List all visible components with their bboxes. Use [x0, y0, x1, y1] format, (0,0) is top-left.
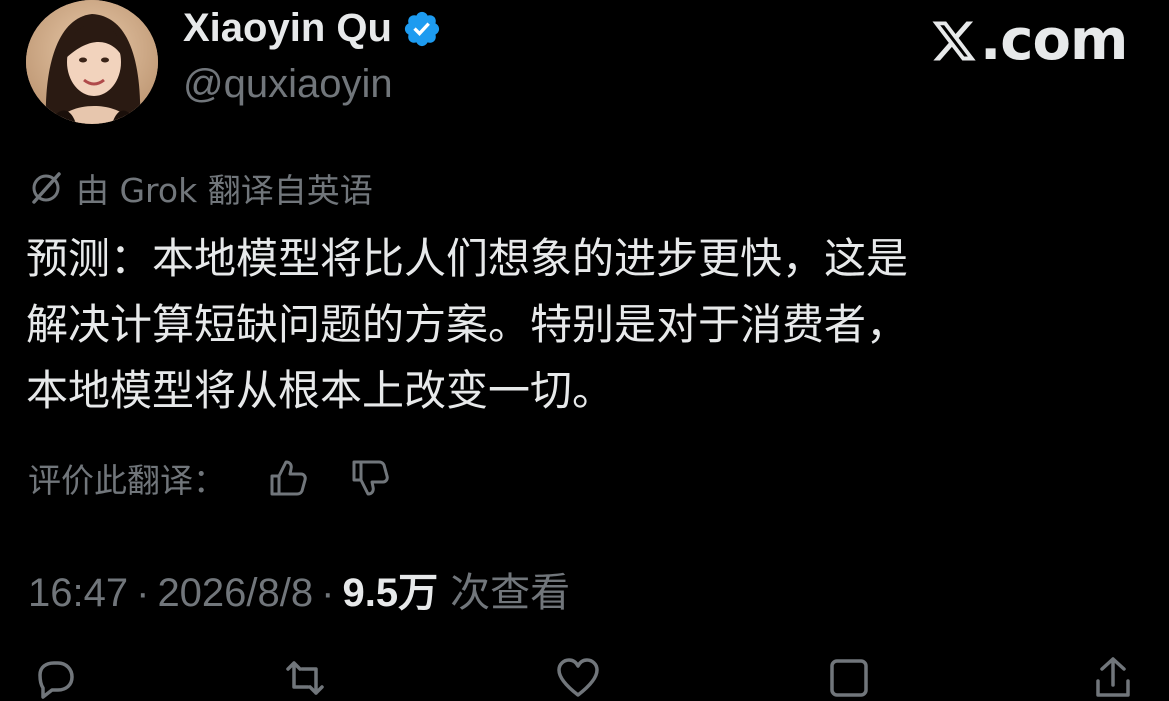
like-button[interactable] [555, 655, 601, 701]
bookmark-button[interactable] [826, 655, 872, 701]
tweet-meta: 16:47 · 2026/8/8 · 9.5万 次查看 [28, 560, 570, 618]
views-count[interactable]: 9.5万 [342, 560, 438, 618]
user-handle[interactable]: @quxiaoyin [183, 62, 393, 107]
meta-separator: · [136, 571, 150, 615]
verified-badge-icon [404, 11, 440, 46]
repost-icon [286, 661, 324, 695]
reply-icon [38, 661, 74, 699]
display-name[interactable]: Xiaoyin Qu [183, 6, 442, 51]
tweet-line: 解决计算短缺问题的方案。特别是对于消费者， [26, 300, 909, 349]
share-button[interactable] [1090, 655, 1136, 701]
display-name-text: Xiaoyin Qu [183, 6, 392, 50]
tweet-text: 预测：本地模型将比人们想象的进步更快，这是 解决计算短缺问题的方案。特别是对于消… [26, 226, 1146, 424]
views-label: 次查看 [450, 571, 571, 615]
meta-separator: · [321, 571, 335, 615]
rate-translation-label: 评价此翻译： [28, 461, 226, 500]
logo-text: .com [980, 8, 1128, 73]
like-icon [557, 658, 599, 697]
grok-icon [32, 172, 61, 204]
thumbs-down-icon[interactable] [348, 456, 392, 500]
repost-button[interactable] [282, 655, 328, 701]
rate-translation: 评价此翻译： [28, 454, 392, 502]
thumbs-up-icon[interactable] [266, 456, 310, 500]
translation-note-text: 由 Grok 翻译自英语 [76, 171, 373, 210]
avatar-image [26, 0, 158, 124]
x-logo-icon [932, 21, 976, 60]
bookmark-icon [830, 659, 868, 697]
tweet-line: 预测：本地模型将比人们想象的进步更快，这是 [26, 234, 909, 283]
avatar[interactable] [26, 0, 158, 124]
action-bar [0, 655, 1169, 699]
tweet-line: 本地模型将从根本上改变一切。 [26, 366, 615, 415]
share-icon [1096, 657, 1130, 697]
translation-note: 由 Grok 翻译自英语 [28, 164, 373, 212]
x-com-logo: .com [930, 8, 1128, 73]
tweet-date[interactable]: 2026/8/8 [157, 571, 313, 616]
reply-button[interactable] [30, 655, 76, 701]
tweet-time[interactable]: 16:47 [28, 571, 128, 616]
